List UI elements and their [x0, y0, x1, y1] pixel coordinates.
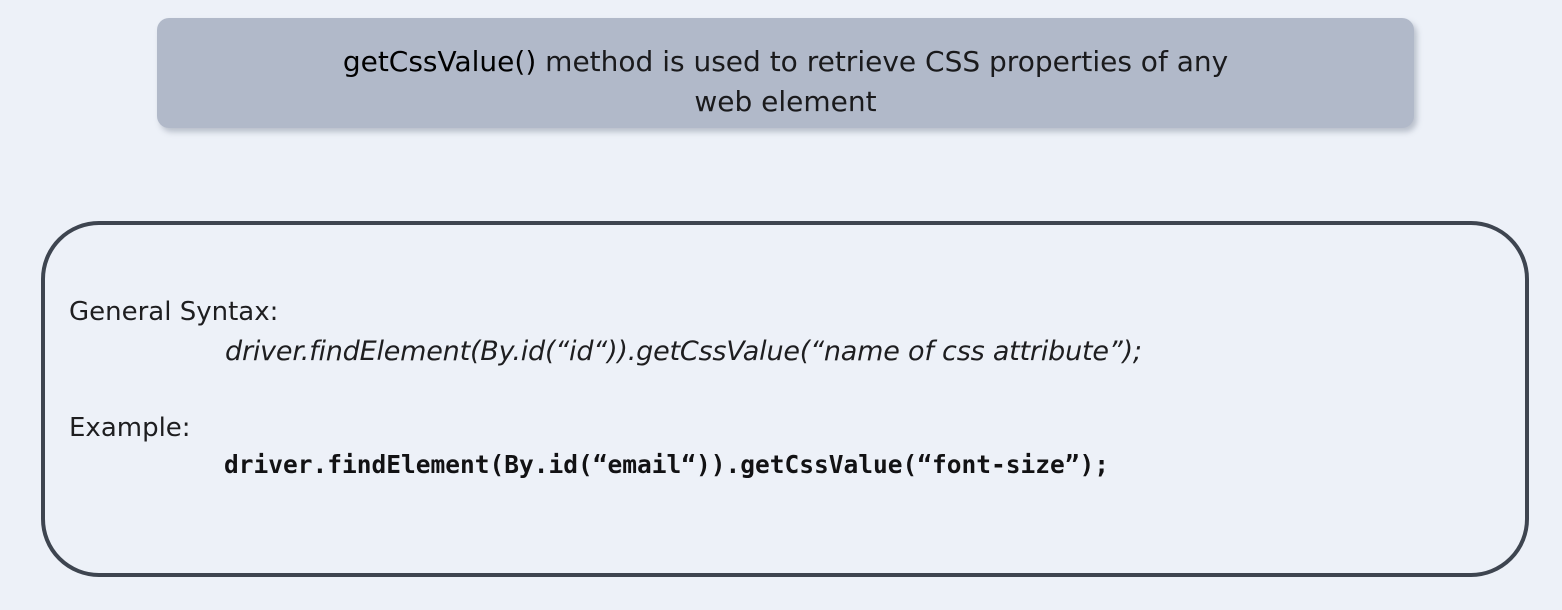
general-syntax-label: General Syntax:	[69, 297, 279, 327]
method-name: getCssValue()	[342, 45, 537, 78]
title-banner: getCssValue() method is used to retrieve…	[157, 18, 1414, 128]
general-syntax-code: driver.findElement(By.id(“id“)).getCssVa…	[225, 336, 1142, 367]
syntax-box	[41, 221, 1529, 577]
example-label: Example:	[69, 413, 191, 443]
banner-description: method is used to retrieve CSS propertie…	[536, 45, 1229, 78]
banner-line-1: getCssValue() method is used to retrieve…	[157, 42, 1414, 82]
example-code: driver.findElement(By.id(“email“)).getCs…	[224, 450, 1110, 479]
banner-line-2: web element	[694, 85, 877, 118]
